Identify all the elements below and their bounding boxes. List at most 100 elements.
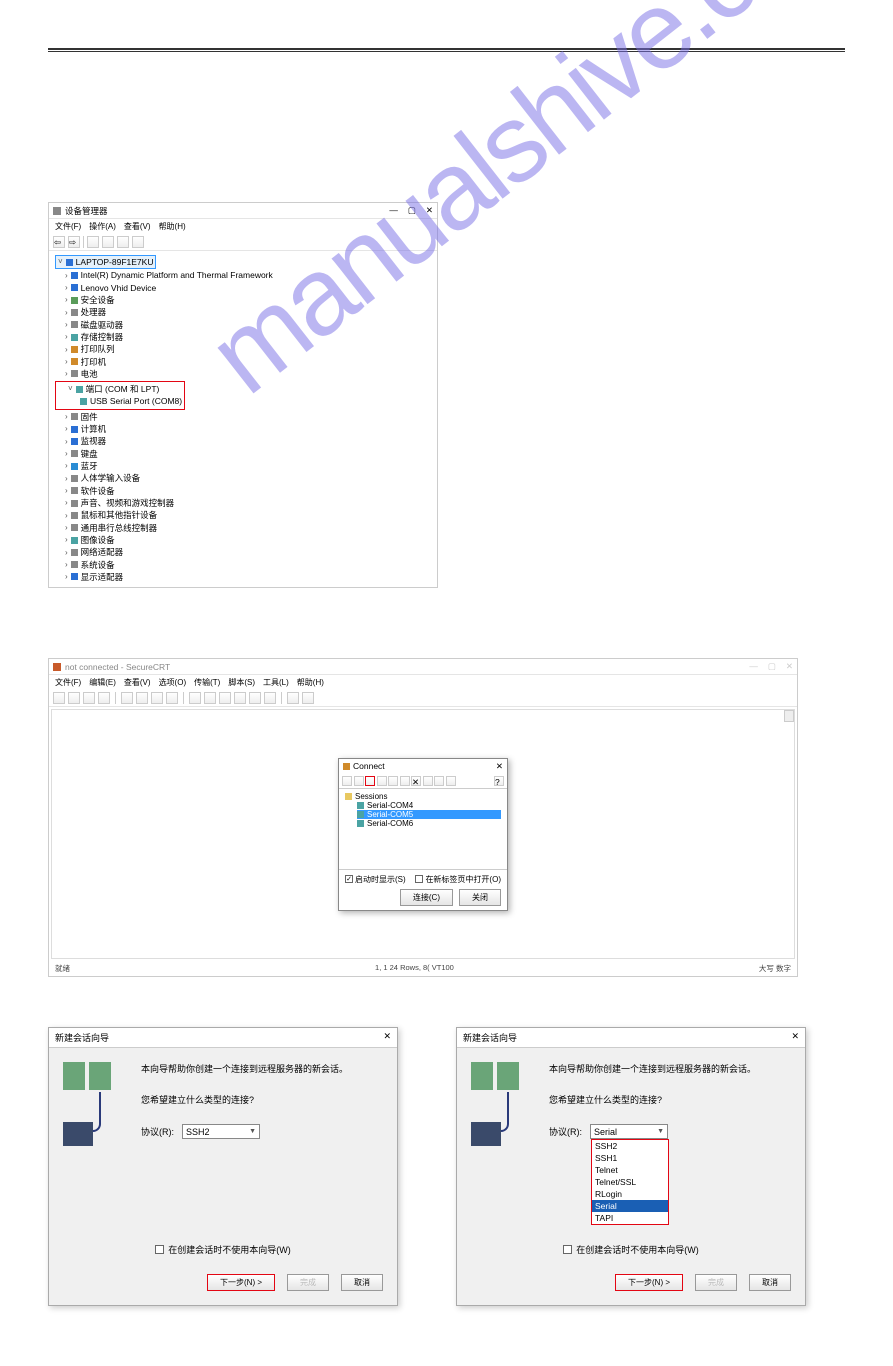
protocol-select[interactable]: SSH2 ▼ bbox=[182, 1124, 260, 1139]
dropdown-option[interactable]: SSH1 bbox=[592, 1152, 668, 1164]
tree-node[interactable]: ›系统设备 bbox=[65, 559, 431, 571]
dropdown-option[interactable]: RLogin bbox=[592, 1188, 668, 1200]
dropdown-option[interactable]: Telnet/SSL bbox=[592, 1176, 668, 1188]
menu-help[interactable]: 帮助(H) bbox=[297, 677, 324, 688]
tree-node[interactable]: ›Intel(R) Dynamic Platform and Thermal F… bbox=[65, 269, 431, 281]
toolbar-btn[interactable] bbox=[249, 692, 261, 704]
menu-view[interactable]: 查看(V) bbox=[124, 677, 151, 688]
tb-btn[interactable] bbox=[354, 776, 364, 786]
tree-node[interactable]: ›显示适配器 bbox=[65, 571, 431, 583]
tb-btn[interactable] bbox=[434, 776, 444, 786]
tree-node-ports[interactable]: ˅端口 (COM 和 LPT) bbox=[68, 383, 182, 395]
menu-file[interactable]: 文件(F) bbox=[55, 677, 81, 688]
chk-skip-wizard[interactable]: 在创建会话时不使用本向导(W) bbox=[471, 1243, 791, 1256]
chk-open-tab[interactable]: 在新标签页中打开(O) bbox=[415, 874, 501, 885]
tb-btn-help[interactable]: ? bbox=[494, 776, 504, 786]
connect-button[interactable]: 连接(C) bbox=[400, 889, 453, 906]
close-button[interactable]: ✕ bbox=[426, 205, 433, 216]
minimize-button[interactable]: — bbox=[749, 661, 758, 672]
menu-options[interactable]: 选项(O) bbox=[159, 677, 187, 688]
tb-btn[interactable] bbox=[423, 776, 433, 786]
tb-btn[interactable]: ✕ bbox=[411, 776, 421, 786]
toolbar-btn-4[interactable] bbox=[132, 236, 144, 248]
maximize-button[interactable]: ▢ bbox=[768, 661, 776, 672]
toolbar-btn-3[interactable] bbox=[117, 236, 129, 248]
toolbar-btn[interactable] bbox=[121, 692, 133, 704]
toolbar-btn[interactable] bbox=[219, 692, 231, 704]
tree-node[interactable]: ›打印队列 bbox=[65, 343, 431, 355]
cancel-button[interactable]: 取消 bbox=[341, 1274, 383, 1291]
maximize-button[interactable]: ▢ bbox=[408, 205, 416, 216]
tree-node[interactable]: ›存储控制器 bbox=[65, 331, 431, 343]
dropdown-option[interactable]: TAPI bbox=[592, 1212, 668, 1224]
tree-node[interactable]: ›处理器 bbox=[65, 306, 431, 318]
toolbar-btn[interactable] bbox=[83, 692, 95, 704]
tree-node[interactable]: ›打印机 bbox=[65, 356, 431, 368]
tree-node-usb-serial[interactable]: USB Serial Port (COM8) bbox=[80, 395, 182, 407]
tb-btn[interactable] bbox=[377, 776, 387, 786]
menu-action[interactable]: 操作(A) bbox=[89, 221, 116, 232]
toolbar-btn[interactable] bbox=[234, 692, 246, 704]
toolbar-btn[interactable] bbox=[189, 692, 201, 704]
tree-node[interactable]: ›人体学输入设备 bbox=[65, 472, 431, 484]
menu-file[interactable]: 文件(F) bbox=[55, 221, 81, 232]
close-button[interactable]: ✕ bbox=[383, 1031, 391, 1044]
menu-help[interactable]: 帮助(H) bbox=[159, 221, 186, 232]
tree-node[interactable]: ›软件设备 bbox=[65, 485, 431, 497]
close-button[interactable]: ✕ bbox=[786, 661, 793, 672]
tb-btn[interactable] bbox=[342, 776, 352, 786]
toolbar-btn[interactable] bbox=[166, 692, 178, 704]
tree-node[interactable]: ›固件 bbox=[65, 411, 431, 423]
chk-skip-wizard[interactable]: 在创建会话时不使用本向导(W) bbox=[63, 1243, 383, 1256]
toolbar-btn[interactable] bbox=[136, 692, 148, 704]
toolbar-btn-1[interactable] bbox=[87, 236, 99, 248]
next-button[interactable]: 下一步(N) > bbox=[615, 1274, 683, 1291]
toolbar-btn[interactable] bbox=[53, 692, 65, 704]
tree-node[interactable]: ›计算机 bbox=[65, 423, 431, 435]
tree-node[interactable]: ›电池 bbox=[65, 368, 431, 380]
toolbar-btn[interactable] bbox=[264, 692, 276, 704]
toolbar-btn-2[interactable] bbox=[102, 236, 114, 248]
toolbar-btn[interactable] bbox=[287, 692, 299, 704]
sessions-folder[interactable]: Sessions bbox=[345, 792, 501, 801]
tree-node[interactable]: ›键盘 bbox=[65, 448, 431, 460]
dropdown-option[interactable]: Telnet bbox=[592, 1164, 668, 1176]
toolbar-btn[interactable] bbox=[98, 692, 110, 704]
dropdown-option-selected[interactable]: Serial bbox=[592, 1200, 668, 1212]
next-button[interactable]: 下一步(N) > bbox=[207, 1274, 275, 1291]
tree-node[interactable]: ›磁盘驱动器 bbox=[65, 319, 431, 331]
menu-view[interactable]: 查看(V) bbox=[124, 221, 151, 232]
dropdown-option[interactable]: SSH2 bbox=[592, 1140, 668, 1152]
tree-node[interactable]: ›图像设备 bbox=[65, 534, 431, 546]
close-dialog-button[interactable]: 关闭 bbox=[459, 889, 501, 906]
tree-node[interactable]: ›安全设备 bbox=[65, 294, 431, 306]
close-button[interactable]: ✕ bbox=[791, 1031, 799, 1044]
tree-root[interactable]: ˅ LAPTOP-89F1E7KU bbox=[55, 255, 156, 269]
minimize-button[interactable]: — bbox=[389, 205, 398, 216]
close-button[interactable]: ✕ bbox=[496, 761, 503, 772]
tree-node[interactable]: ›蓝牙 bbox=[65, 460, 431, 472]
tb-btn[interactable] bbox=[388, 776, 398, 786]
cancel-button[interactable]: 取消 bbox=[749, 1274, 791, 1291]
tb-btn[interactable] bbox=[446, 776, 456, 786]
nav-back-button[interactable]: ⇦ bbox=[53, 236, 65, 248]
menu-edit[interactable]: 编辑(E) bbox=[89, 677, 116, 688]
session-item-selected[interactable]: Serial-COM5 bbox=[357, 810, 501, 819]
tree-node[interactable]: ›通用串行总线控制器 bbox=[65, 522, 431, 534]
tree-node[interactable]: ›鼠标和其他指针设备 bbox=[65, 509, 431, 521]
tb-btn-highlighted[interactable] bbox=[365, 776, 375, 786]
menu-script[interactable]: 脚本(S) bbox=[228, 677, 255, 688]
session-item[interactable]: Serial-COM4 bbox=[357, 801, 501, 810]
toolbar-btn[interactable] bbox=[68, 692, 80, 704]
menu-transfer[interactable]: 传输(T) bbox=[194, 677, 220, 688]
tree-node[interactable]: ›网络适配器 bbox=[65, 546, 431, 558]
nav-fwd-button[interactable]: ⇨ bbox=[68, 236, 80, 248]
menu-tools[interactable]: 工具(L) bbox=[263, 677, 289, 688]
tree-node[interactable]: ›监视器 bbox=[65, 435, 431, 447]
toolbar-btn[interactable] bbox=[302, 692, 314, 704]
chk-show-startup[interactable]: ✓启动时显示(S) bbox=[345, 874, 406, 885]
session-item[interactable]: Serial-COM6 bbox=[357, 819, 501, 828]
tb-btn[interactable] bbox=[400, 776, 410, 786]
protocol-select[interactable]: Serial ▼ bbox=[590, 1124, 668, 1139]
tree-node[interactable]: ›Lenovo Vhid Device bbox=[65, 282, 431, 294]
